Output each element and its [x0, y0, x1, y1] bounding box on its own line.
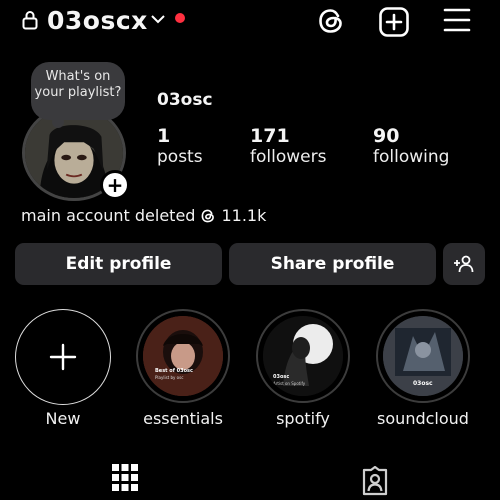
cover-title: Best of 03osc [155, 368, 193, 374]
cover-title: 03osc [273, 374, 290, 380]
lock-icon [22, 10, 38, 30]
highlight-essentials[interactable]: Best of 03osc Playlist by osc [136, 309, 230, 403]
threads-count[interactable]: 11.1k [221, 206, 266, 225]
threads-icon[interactable] [316, 6, 346, 36]
stat-followers[interactable]: 171 followers [250, 125, 326, 167]
highlight-soundcloud[interactable]: 03osc [376, 309, 470, 403]
plus-icon [49, 343, 77, 371]
stat-following[interactable]: 90 following [373, 125, 449, 167]
highlight-spotify[interactable]: 03osc Artist on Spotify [256, 309, 350, 403]
highlight-label: New [45, 409, 81, 428]
username-switcher[interactable]: 03oscx [47, 5, 148, 37]
highlight-cover: 03osc [383, 316, 463, 396]
bio-text: main account deleted [21, 206, 196, 225]
highlight-label: spotify [276, 409, 330, 428]
edit-profile-button[interactable]: Edit profile [15, 243, 222, 285]
threads-badge-icon[interactable] [200, 208, 216, 224]
display-name: 03osc [157, 90, 213, 110]
stat-label: following [373, 147, 450, 167]
cover-subtitle: Playlist by osc [155, 375, 184, 380]
notification-dot [175, 13, 185, 23]
highlight-cover: Best of 03osc Playlist by osc [143, 316, 223, 396]
share-profile-button[interactable]: Share profile [229, 243, 436, 285]
bio: main account deleted 11.1k [21, 206, 266, 225]
top-bar: 03oscx [0, 0, 500, 44]
highlight-ring[interactable]: Best of 03osc Playlist by osc [136, 309, 230, 403]
discover-people-button[interactable] [443, 243, 485, 285]
highlight-ring[interactable]: 03osc [376, 309, 470, 403]
stat-value: 171 [250, 125, 290, 147]
chevron-down-icon[interactable] [151, 14, 165, 24]
add-person-icon [453, 255, 475, 273]
stat-label: followers [250, 147, 327, 167]
stat-label: posts [157, 147, 203, 167]
highlight-label: essentials [143, 409, 223, 428]
stat-value: 1 [157, 125, 171, 147]
highlight-label: soundcloud [377, 409, 469, 428]
tagged-icon[interactable] [360, 466, 390, 496]
highlight-new[interactable] [15, 309, 111, 405]
cover-subtitle: Artist on Spotify [273, 381, 306, 386]
highlight-ring[interactable]: 03osc Artist on Spotify [256, 309, 350, 403]
note-bubble[interactable]: What's on your playlist? [31, 62, 125, 120]
highlight-new-circle[interactable] [15, 309, 111, 405]
highlight-cover: 03osc Artist on Spotify [263, 316, 343, 396]
hamburger-menu-icon[interactable] [443, 7, 471, 33]
add-story-icon[interactable]: + [100, 170, 130, 200]
stat-value: 90 [373, 125, 400, 147]
add-square-icon[interactable] [378, 6, 410, 38]
cover-title: 03osc [413, 380, 433, 387]
grid-icon[interactable] [112, 464, 138, 494]
stat-posts[interactable]: 1 posts [157, 125, 203, 167]
